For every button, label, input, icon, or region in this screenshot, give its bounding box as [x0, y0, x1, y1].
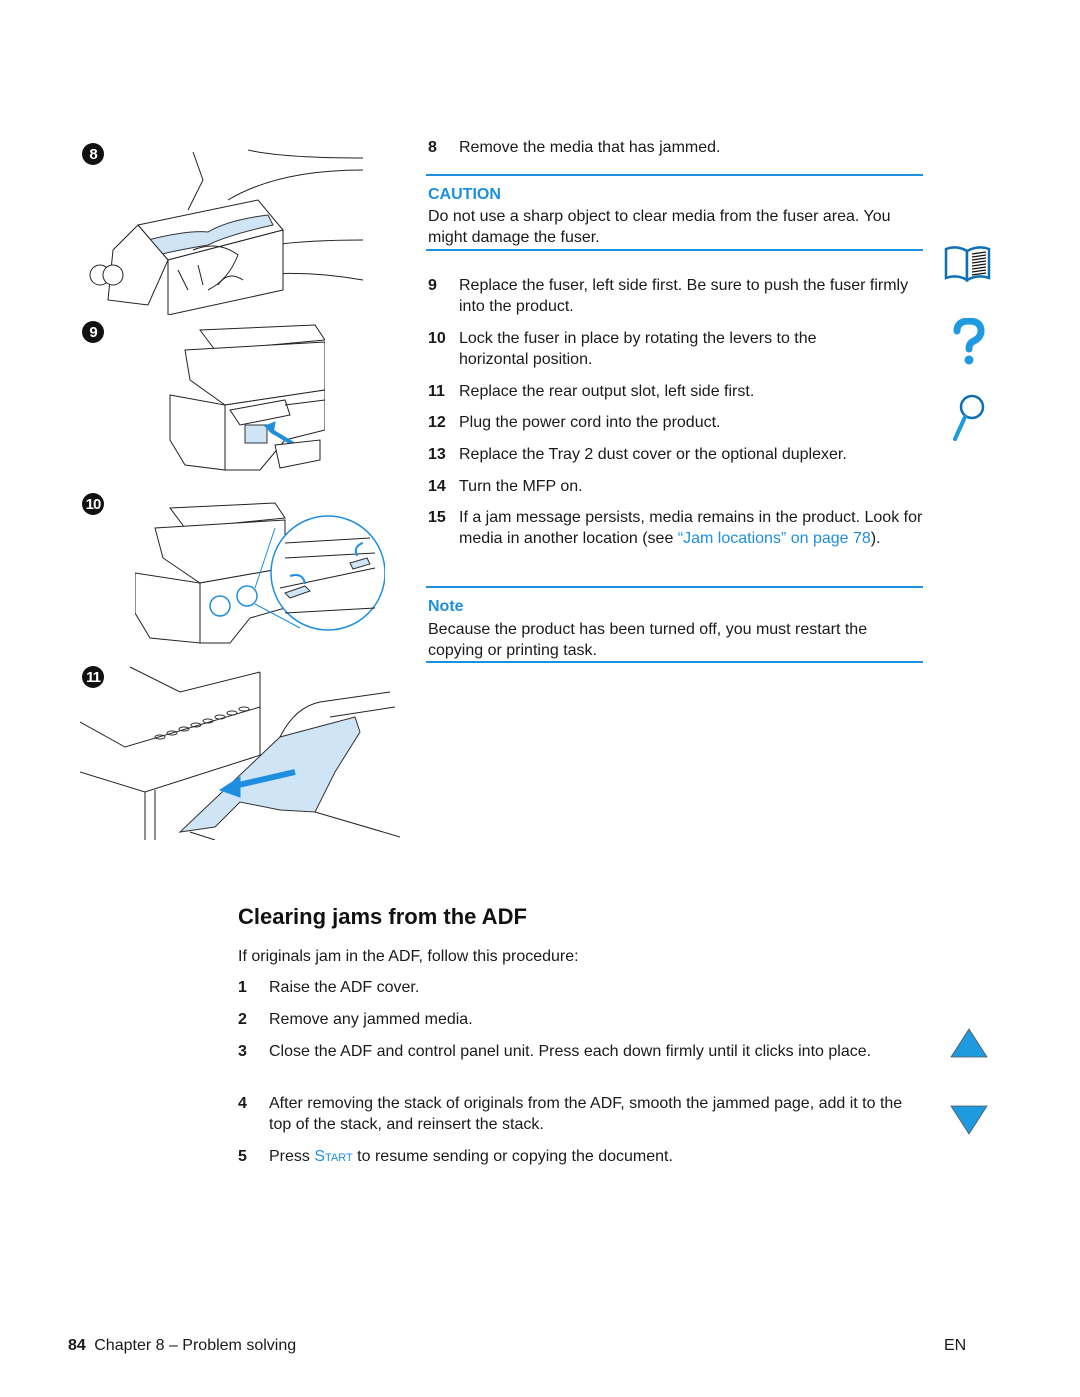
- step-text: Lock the fuser in place by rotating the …: [459, 330, 817, 368]
- step-13: 13 Replace the Tray 2 dust cover or the …: [428, 444, 923, 465]
- adf-step-4: 4 After removing the stack of originals …: [238, 1093, 928, 1135]
- caution-bottom-rule: [426, 249, 923, 251]
- footer-page-number: 84: [68, 1337, 86, 1354]
- step-number: 3: [238, 1043, 247, 1060]
- footer-left: 84 Chapter 8 – Problem solving: [68, 1335, 296, 1356]
- note-text: Because the product has been turned off,…: [428, 621, 868, 659]
- illustration-remove-jammed-media: [89, 149, 364, 315]
- search-magnifier-icon[interactable]: [950, 393, 990, 443]
- next-page-icon[interactable]: [948, 1103, 990, 1137]
- step-number: 1: [238, 979, 247, 996]
- note-bottom-rule: [426, 661, 923, 663]
- book-icon[interactable]: [943, 243, 993, 283]
- step-text: Raise the ADF cover.: [269, 979, 420, 996]
- adf-step-1: 1 Raise the ADF cover.: [238, 977, 918, 998]
- step-15: 15 If a jam message persists, media rema…: [428, 507, 923, 549]
- step-11: 11 Replace the rear output slot, left si…: [428, 381, 923, 402]
- figure-badge-9: 9: [82, 321, 104, 343]
- step-text-before: Press: [269, 1148, 315, 1165]
- note-top-rule: [426, 586, 923, 588]
- illustration-replace-fuser: [169, 324, 325, 471]
- adf-step-2: 2 Remove any jammed media.: [238, 1009, 918, 1030]
- step-text: Turn the MFP on.: [459, 478, 583, 495]
- illustration-lock-fuser-levers: [135, 502, 385, 644]
- step-number: 13: [428, 446, 446, 463]
- step-number: 11: [428, 383, 445, 400]
- footer-language: EN: [944, 1337, 967, 1354]
- step-text: Replace the rear output slot, left side …: [459, 383, 755, 400]
- caution-label: CAUTION: [428, 186, 501, 203]
- step-14: 14 Turn the MFP on.: [428, 476, 923, 497]
- step-text: Press Start to resume sending or copying…: [269, 1146, 918, 1167]
- step-number: 10: [428, 330, 446, 347]
- step-text: If a jam message persists, media remains…: [459, 507, 923, 549]
- step-text: Replace the fuser, left side first. Be s…: [459, 277, 909, 315]
- step-number: 5: [238, 1148, 247, 1165]
- figure-badge-10: 10: [82, 493, 104, 515]
- step-8: 8 Remove the media that has jammed.: [428, 137, 923, 158]
- start-key-label: Start: [314, 1148, 353, 1165]
- step-10: 10 Lock the fuser in place by rotating t…: [428, 328, 923, 370]
- section-heading: Clearing jams from the ADF: [238, 904, 527, 929]
- step-text-after: ).: [870, 530, 881, 547]
- footer-chapter: Chapter 8 – Problem solving: [94, 1337, 297, 1354]
- help-question-icon[interactable]: [952, 318, 986, 366]
- step-text: After removing the stack of originals fr…: [269, 1095, 903, 1133]
- section-intro: If originals jam in the ADF, follow this…: [238, 948, 579, 965]
- step-9: 9 Replace the fuser, left side first. Be…: [428, 275, 923, 317]
- adf-step-3: 3 Close the ADF and control panel unit. …: [238, 1041, 918, 1062]
- step-text: Plug the power cord into the product.: [459, 414, 721, 431]
- jam-locations-link[interactable]: “Jam locations” on page 78: [678, 530, 871, 547]
- caution-top-rule: [426, 174, 923, 176]
- caution-text: Do not use a sharp object to clear media…: [428, 208, 891, 246]
- step-text: Replace the Tray 2 dust cover or the opt…: [459, 446, 847, 463]
- step-number: 14: [428, 478, 446, 495]
- step-number: 15: [428, 509, 446, 526]
- adf-step-5: 5 Press Start to resume sending or copyi…: [238, 1146, 918, 1167]
- step-number: 12: [428, 414, 446, 431]
- illustration-replace-rear-output-slot: [80, 666, 400, 840]
- step-text-after: to resume sending or copying the documen…: [352, 1148, 673, 1165]
- step-number: 9: [428, 277, 437, 294]
- step-text: Remove the media that has jammed.: [459, 139, 721, 156]
- step-text: Remove any jammed media.: [269, 1011, 473, 1028]
- step-number: 2: [238, 1011, 247, 1028]
- step-number: 4: [238, 1095, 247, 1112]
- note-label: Note: [428, 598, 464, 615]
- step-text: Close the ADF and control panel unit. Pr…: [269, 1043, 872, 1060]
- step-12: 12 Plug the power cord into the product.: [428, 412, 923, 433]
- previous-page-icon[interactable]: [948, 1026, 990, 1060]
- step-number: 8: [428, 139, 437, 156]
